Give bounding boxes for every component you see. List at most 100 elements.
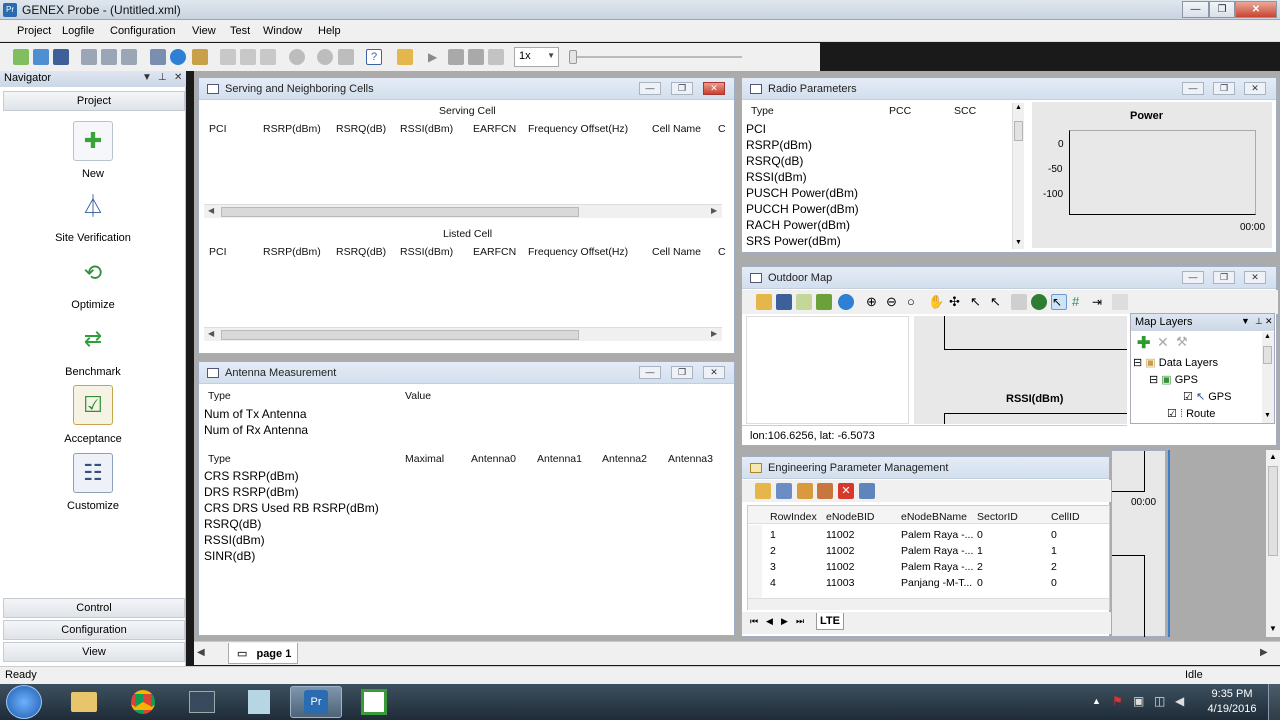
scroll-down-icon[interactable]: ▼ <box>1269 624 1277 633</box>
serving-cells-titlebar[interactable]: Serving and Neighboring Cells — ❐ ✕ <box>199 78 734 100</box>
open-folder-icon[interactable] <box>755 483 771 499</box>
dropdown-icon[interactable]: ▼ <box>142 72 152 83</box>
merge-icon[interactable] <box>81 49 97 65</box>
column-header[interactable]: PCI <box>209 123 227 135</box>
column-header[interactable]: RSSI(dBm) <box>400 246 453 258</box>
scroll-right-icon[interactable]: ▶ <box>711 329 717 338</box>
antenna-titlebar[interactable]: Antenna Measurement — ❐ ✕ <box>199 362 734 384</box>
column-header[interactable]: Type <box>208 453 231 465</box>
stop-circle-icon[interactable] <box>289 49 305 65</box>
tree-node-gps[interactable]: ☑ ↖ GPS <box>1183 390 1231 403</box>
checkbox-checked-icon[interactable]: ☑ <box>1183 391 1193 403</box>
tab-scroll-left-icon[interactable]: ◀ <box>197 647 205 658</box>
minimize-icon[interactable]: — <box>639 366 661 379</box>
tab-scroll-right-icon[interactable]: ▶ <box>1260 647 1268 658</box>
horizontal-scrollbar[interactable]: ◀ ▶ <box>204 204 722 218</box>
close-icon[interactable]: ✕ <box>703 82 725 95</box>
column-header[interactable]: EARFCN <box>473 246 516 258</box>
menu-project[interactable]: Project <box>17 25 51 37</box>
pointer-icon[interactable]: ↖ <box>1051 294 1067 310</box>
new-file-icon[interactable] <box>13 49 29 65</box>
export-icon[interactable] <box>859 483 875 499</box>
minimize-icon[interactable]: — <box>1182 82 1204 95</box>
horizontal-scrollbar[interactable] <box>748 598 1109 610</box>
grid-icon[interactable]: # <box>1072 294 1088 310</box>
column-header[interactable]: C <box>718 246 726 258</box>
next-sheet-icon[interactable]: ▶ <box>781 616 788 627</box>
menu-test[interactable]: Test <box>230 25 250 37</box>
clock-time[interactable]: 9:35 PM <box>1203 688 1261 700</box>
tree-node-gps-group[interactable]: ⊟ ▣ GPS <box>1149 373 1198 386</box>
menu-view[interactable]: View <box>192 25 216 37</box>
scroll-up-icon[interactable]: ▲ <box>1015 104 1022 111</box>
minimize-icon[interactable]: — <box>1182 271 1204 284</box>
last-sheet-icon[interactable]: ⏭ <box>796 616 804 627</box>
column-header[interactable]: RSRP(dBm) <box>263 123 321 135</box>
maximize-window-button[interactable]: ❐ <box>1209 1 1235 18</box>
scroll-up-icon[interactable]: ▲ <box>1264 333 1271 340</box>
first-sheet-icon[interactable]: ⏮ <box>750 616 758 627</box>
record-icon[interactable] <box>317 49 333 65</box>
stop-icon[interactable] <box>468 49 484 65</box>
calendar-icon[interactable] <box>192 49 208 65</box>
remove-layer-icon[interactable]: ✕ <box>1157 334 1169 351</box>
save-icon[interactable] <box>53 49 69 65</box>
map-canvas[interactable] <box>746 316 909 424</box>
column-header[interactable]: SCC <box>954 105 976 117</box>
menu-logfile[interactable]: Logfile <box>62 25 94 37</box>
nav-item-site-verification[interactable]: ⏃ Site Verification <box>0 185 186 244</box>
record-stop-icon[interactable] <box>338 49 354 65</box>
column-header[interactable]: Antenna2 <box>602 453 647 465</box>
column-header[interactable]: Antenna1 <box>537 453 582 465</box>
column-header[interactable]: RSSI(dBm) <box>400 123 453 135</box>
volume-icon[interactable]: ◀ <box>1175 694 1184 708</box>
column-header[interactable]: Antenna3 <box>668 453 713 465</box>
column-header[interactable]: Frequency Offset(Hz) <box>528 123 628 135</box>
save-icon[interactable] <box>776 294 792 310</box>
zoom-out-icon[interactable]: ⊖ <box>886 294 902 310</box>
layers-icon[interactable] <box>816 294 832 310</box>
restore-icon[interactable]: ❐ <box>671 366 693 379</box>
taskbar-camtasia[interactable] <box>348 686 400 718</box>
step-icon[interactable] <box>488 49 504 65</box>
playback-slider-thumb[interactable] <box>569 50 577 64</box>
sheet-tab-lte[interactable]: LTE <box>816 613 844 630</box>
tree-node-route[interactable]: ☑ ⁞ Route <box>1167 407 1215 420</box>
start-button[interactable] <box>6 685 42 719</box>
monitor-icon[interactable]: ▣ <box>1133 694 1144 708</box>
scroll-thumb[interactable] <box>1268 466 1278 556</box>
minimize-window-button[interactable]: — <box>1182 1 1209 18</box>
nav-item-new[interactable]: ✚ New <box>0 121 186 180</box>
full-extent-icon[interactable]: ✣ <box>949 294 965 310</box>
column-header[interactable]: Frequency Offset(Hz) <box>528 246 628 258</box>
globe-search-icon[interactable] <box>838 294 854 310</box>
map-settings-icon[interactable] <box>1112 294 1128 310</box>
add-layer-icon[interactable]: ✚ <box>1137 333 1150 353</box>
column-header[interactable]: eNodeBID <box>826 511 874 523</box>
earth-icon[interactable] <box>1031 294 1047 310</box>
column-header[interactable]: SectorID <box>977 511 1018 523</box>
close-window-button[interactable]: ✕ <box>1235 1 1277 18</box>
column-header[interactable]: CellID <box>1051 511 1080 523</box>
close-icon[interactable]: ✕ <box>1244 82 1266 95</box>
scroll-left-icon[interactable]: ◀ <box>208 329 214 338</box>
column-header[interactable]: RSRP(dBm) <box>263 246 321 258</box>
column-header[interactable]: Antenna0 <box>471 453 516 465</box>
table-icon[interactable] <box>150 49 166 65</box>
column-header[interactable]: Type <box>751 105 774 117</box>
play-icon[interactable]: ▶ <box>428 49 444 65</box>
help-icon[interactable]: ? <box>366 49 382 65</box>
scroll-right-icon[interactable]: ▶ <box>711 206 717 215</box>
device-config-icon[interactable] <box>240 49 256 65</box>
pan-hand-icon[interactable]: ✋ <box>928 294 944 310</box>
pin-icon[interactable]: ⊥ <box>158 72 167 83</box>
column-header[interactable]: Cell Name <box>652 246 701 258</box>
open-folder-icon[interactable] <box>397 49 413 65</box>
menu-configuration[interactable]: Configuration <box>110 25 175 37</box>
column-header[interactable]: eNodeBName <box>901 511 967 523</box>
radio-titlebar[interactable]: Radio Parameters — ❐ ✕ <box>742 78 1276 100</box>
nav-section-configuration[interactable]: Configuration <box>3 620 185 640</box>
save-icon[interactable] <box>776 483 792 499</box>
config-icon[interactable] <box>797 483 813 499</box>
export-icon[interactable] <box>101 49 117 65</box>
